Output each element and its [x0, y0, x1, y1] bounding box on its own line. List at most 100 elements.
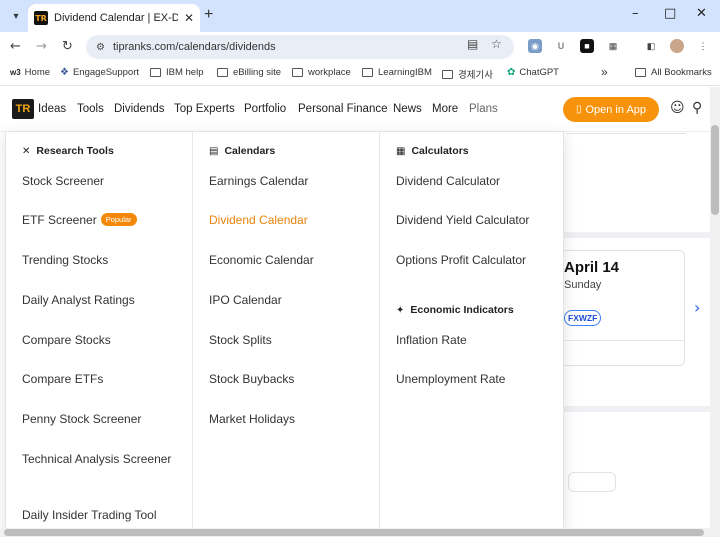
tab-title: Dividend Calendar | EX-Dividen [54, 12, 178, 24]
minimize-icon[interactable]: – [632, 6, 639, 21]
calendar-date: April 14 [564, 259, 620, 276]
tab-close-icon[interactable]: ✕ [184, 11, 194, 25]
research-tools-column: ✕ Research Tools Stock Screener ETF Scre… [6, 132, 192, 530]
menu-ipo-calendar[interactable]: IPO Calendar [209, 292, 282, 308]
horizontal-scroll-thumb[interactable] [4, 529, 704, 536]
tipranks-logo[interactable]: TR [12, 99, 34, 119]
nav-more[interactable]: More [432, 103, 458, 115]
nav-news[interactable]: News [393, 103, 422, 115]
calculators-heading: ▦ Calculators [396, 145, 469, 157]
menu-options-profit-calculator[interactable]: Options Profit Calculator [396, 252, 526, 268]
calculators-column: ▦ Calculators Dividend Calculator Divide… [379, 132, 563, 530]
site-info-icon[interactable]: ⚙ [96, 42, 105, 53]
folder-icon [292, 68, 303, 77]
menu-compare-stocks[interactable]: Compare Stocks [22, 332, 111, 348]
extension-dark-icon[interactable]: ■ [580, 39, 594, 53]
folder-icon [150, 68, 161, 77]
bookmark-ibm-help[interactable]: IBM help [150, 67, 204, 78]
bookmark-home[interactable]: w3 Home [10, 67, 50, 78]
menu-daily-analyst-ratings[interactable]: Daily Analyst Ratings [22, 292, 135, 308]
calendar-icon: ▤ [209, 145, 219, 157]
menu-unemployment-rate[interactable]: Unemployment Rate [396, 371, 505, 387]
broadcast-icon: ✦ [396, 304, 405, 316]
menu-dividend-calendar[interactable]: Dividend Calendar [209, 212, 308, 228]
calendar-weekday: Sunday [564, 279, 602, 291]
menu-stock-buybacks[interactable]: Stock Buybacks [209, 371, 294, 387]
nav-plans[interactable]: Plans [469, 103, 498, 115]
menu-stock-splits[interactable]: Stock Splits [209, 332, 272, 348]
browser-menu-icon[interactable]: ⋮ [696, 39, 710, 53]
menu-penny-stock-screener[interactable]: Penny Stock Screener [22, 411, 141, 427]
bookmark-chatgpt[interactable]: ✿ ChatGPT [507, 67, 559, 78]
back-icon[interactable]: ← [10, 39, 21, 54]
popular-badge: Popular [100, 213, 137, 226]
browser-toolbar: ← → ↻ ⚙ tipranks.com/calendars/dividends… [0, 32, 720, 62]
vertical-scroll-thumb[interactable] [711, 125, 719, 215]
tab-bar: ▾ TR Dividend Calendar | EX-Dividen ✕ + … [0, 0, 720, 32]
nav-ideas[interactable]: Ideas [38, 103, 66, 115]
bookmark-engagesupport[interactable]: ❖ EngageSupport [60, 67, 139, 78]
bookmarks-overflow-icon[interactable]: » [601, 65, 608, 79]
forward-icon[interactable]: → [36, 39, 47, 54]
site-header: TR Ideas Tools Dividends Top Experts Por… [0, 87, 710, 132]
chevron-right-icon[interactable]: › [694, 298, 700, 317]
nav-personal-finance[interactable]: Personal Finance [298, 103, 388, 115]
install-app-icon[interactable]: ▤ [467, 37, 478, 51]
menu-compare-etfs[interactable]: Compare ETFs [22, 371, 103, 387]
nav-top-experts[interactable]: Top Experts [174, 103, 235, 115]
menu-market-holidays[interactable]: Market Holidays [209, 411, 295, 427]
menu-inflation-rate[interactable]: Inflation Rate [396, 332, 467, 348]
close-window-icon[interactable]: ✕ [696, 6, 707, 21]
bookmark-learningibm[interactable]: LearningIBM [362, 67, 432, 78]
bookmarks-bar: w3 Home ❖ EngageSupport IBM help eBilling … [0, 62, 720, 86]
menu-dividend-yield-calculator[interactable]: Dividend Yield Calculator [396, 212, 529, 228]
vertical-scrollbar[interactable] [710, 87, 720, 537]
partial-card-edge [566, 130, 686, 134]
bookmark-ebilling[interactable]: eBilling site [217, 67, 281, 78]
nav-tools[interactable]: Tools [77, 103, 104, 115]
all-bookmarks[interactable]: All Bookmarks [635, 67, 712, 78]
tools-icon: ✕ [22, 145, 31, 157]
chatgpt-icon: ✿ [507, 67, 516, 78]
user-account-icon[interactable]: ☺ [670, 100, 685, 116]
menu-trending-stocks[interactable]: Trending Stocks [22, 252, 108, 268]
calendars-column: ▤ Calendars Earnings Calendar Dividend C… [192, 132, 379, 530]
folder-icon [442, 69, 453, 79]
menu-technical-analysis-screener[interactable]: Technical Analysis Screener [22, 451, 172, 467]
address-bar[interactable]: ⚙ tipranks.com/calendars/dividends [86, 35, 514, 59]
open-in-app-button[interactable]: ▯ Open in App [563, 97, 659, 122]
ticker-chip[interactable]: FXWZF [564, 310, 602, 326]
menu-daily-insider-trading-tool[interactable]: Daily Insider Trading Tool [22, 507, 172, 523]
extensions-puzzle-icon[interactable]: ▦ [606, 39, 620, 53]
maximize-icon[interactable]: □ [664, 6, 676, 21]
reload-icon[interactable]: ↻ [62, 39, 73, 54]
active-tab[interactable]: TR Dividend Calendar | EX-Dividen ✕ [28, 4, 200, 32]
menu-dividend-calculator[interactable]: Dividend Calculator [396, 173, 500, 189]
w3-icon: w3 [10, 68, 21, 77]
menu-economic-calendar[interactable]: Economic Calendar [209, 252, 314, 268]
tools-mega-menu: ✕ Research Tools Stock Screener ETF Scre… [5, 131, 564, 531]
tab-search-icon[interactable]: ▾ [6, 6, 26, 26]
nav-portfolio[interactable]: Portfolio [244, 103, 286, 115]
tipranks-favicon-icon: TR [34, 11, 48, 25]
card-divider [556, 340, 685, 341]
extension-icon[interactable]: ◉ [528, 39, 542, 53]
bookmark-economy-news[interactable]: 경제기사 [442, 67, 493, 81]
calendars-heading: ▤ Calendars [209, 145, 276, 157]
extension-u-icon[interactable]: U [554, 39, 568, 53]
new-tab-button[interactable]: + [204, 6, 213, 24]
bookmark-star-icon[interactable]: ☆ [491, 37, 502, 51]
url-text: tipranks.com/calendars/dividends [112, 41, 276, 53]
menu-etf-screener[interactable]: ETF Screener Popular [22, 212, 137, 228]
economic-indicators-heading: ✦ Economic Indicators [396, 304, 514, 316]
nav-dividends[interactable]: Dividends [114, 103, 165, 115]
profile-avatar[interactable] [670, 39, 684, 53]
side-panel-icon[interactable]: ◧ [644, 39, 658, 53]
horizontal-scrollbar[interactable] [0, 528, 710, 537]
phone-icon: ▯ [575, 104, 582, 115]
folder-icon [217, 68, 228, 77]
menu-stock-screener[interactable]: Stock Screener [22, 173, 104, 189]
menu-earnings-calendar[interactable]: Earnings Calendar [209, 173, 308, 189]
bookmark-workplace[interactable]: workplace [292, 67, 351, 78]
search-icon[interactable]: ⚲ [692, 100, 702, 116]
